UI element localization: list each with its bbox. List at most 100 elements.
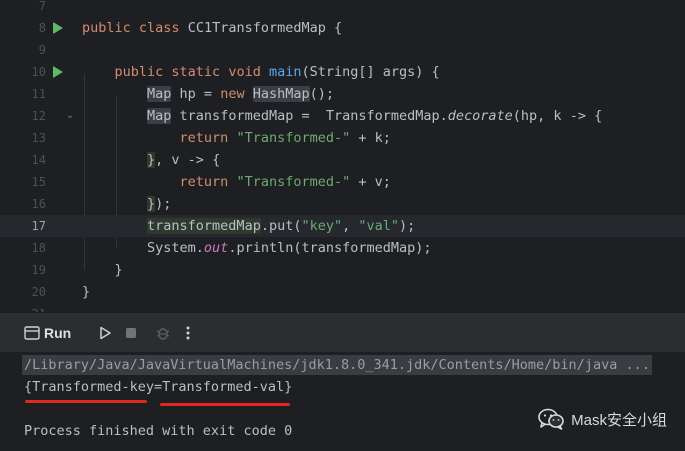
- code-text: return "Transformed-" + k;: [82, 127, 391, 149]
- code-text: return "Transformed-" + v;: [82, 171, 391, 193]
- red-underline-annotation: [160, 403, 290, 406]
- console-exit-line: Process finished with exit code 0: [24, 423, 293, 439]
- more-icon: [186, 326, 190, 340]
- line-number: 21: [0, 303, 46, 312]
- console-output[interactable]: /Library/Java/JavaVirtualMachines/jdk1.8…: [0, 352, 685, 451]
- code-text: });: [82, 193, 171, 215]
- code-token: HashMap: [252, 86, 310, 102]
- code-text: transformedMap.put("key", "val");: [82, 215, 415, 237]
- code-token: );: [155, 196, 172, 212]
- code-token: hp =: [171, 86, 221, 102]
- code-line[interactable]: 21: [0, 303, 685, 312]
- code-token: );: [399, 218, 416, 234]
- line-number: 16: [31, 197, 46, 211]
- code-token: ();: [309, 86, 335, 102]
- console-command-line: /Library/Java/JavaVirtualMachines/jdk1.8…: [22, 355, 652, 375]
- fold-chevron-icon[interactable]: ⌄: [66, 109, 74, 123]
- console-output-line: {Transformed-key=Transformed-val}: [24, 379, 293, 395]
- code-token: transformedMap: [147, 218, 261, 234]
- code-token: out: [203, 240, 229, 256]
- code-text: }, v -> {: [82, 149, 220, 171]
- debug-icon: [156, 328, 170, 340]
- code-line[interactable]: 19 }: [0, 259, 685, 281]
- line-number: 18: [31, 241, 46, 255]
- code-line[interactable]: 11 Map hp = new HashMap();: [0, 83, 685, 105]
- code-token: }: [82, 284, 91, 300]
- code-token: ,: [342, 218, 359, 234]
- code-line[interactable]: 15 return "Transformed-" + v;: [0, 171, 685, 193]
- code-text: Map hp = new HashMap();: [82, 83, 334, 105]
- code-line[interactable]: 7: [0, 0, 685, 17]
- code-token: }: [147, 152, 156, 168]
- watermark: Mask安全小组: [537, 408, 667, 430]
- run-tab[interactable]: Run: [24, 324, 71, 342]
- code-token: }: [82, 262, 123, 278]
- code-line[interactable]: 14 }, v -> {: [0, 149, 685, 171]
- code-line[interactable]: 18 System.out.println(transformedMap);: [0, 237, 685, 259]
- code-line[interactable]: 16 });: [0, 193, 685, 215]
- code-token: static: [171, 64, 229, 80]
- rerun-icon: [100, 326, 111, 340]
- code-token: "Transformed-": [236, 174, 351, 190]
- line-number: 9: [38, 43, 46, 57]
- code-text: public class CC1TransformedMap {: [82, 17, 342, 39]
- code-text: }: [82, 259, 123, 281]
- stop-icon: [126, 328, 136, 338]
- code-line[interactable]: 20}: [0, 281, 685, 303]
- code-token: new: [220, 86, 253, 102]
- code-token: main: [268, 64, 302, 80]
- code-token: class: [138, 20, 188, 36]
- code-editor[interactable]: 7 8 public class CC1TransformedMap { 9 10 pu…: [0, 0, 685, 312]
- code-token: decorate: [447, 108, 513, 124]
- code-line[interactable]: 13 return "Transformed-" + k;: [0, 127, 685, 149]
- code-text: }: [82, 281, 90, 303]
- line-number: 7: [38, 0, 46, 13]
- code-text: public static void main(String[] args) {: [82, 61, 440, 83]
- run-gutter-icon[interactable]: [53, 22, 63, 34]
- more-options-button[interactable]: [185, 324, 191, 342]
- code-token: "key": [301, 218, 343, 234]
- code-token: System.: [82, 240, 204, 256]
- code-token: .println(transformedMap);: [228, 240, 432, 256]
- wechat-icon: [538, 408, 564, 430]
- code-line[interactable]: 9: [0, 39, 685, 61]
- code-line[interactable]: 12 ⌄ Map transformedMap = TransformedMap.…: [0, 105, 685, 127]
- code-token: void: [228, 64, 269, 80]
- run-window-icon: [24, 326, 40, 340]
- code-token: + k;: [350, 130, 391, 146]
- stop-button[interactable]: [124, 324, 138, 342]
- line-number: 17: [31, 219, 46, 233]
- code-line[interactable]: 17 transformedMap.put("key", "val");: [0, 215, 685, 237]
- run-tab-label: Run: [44, 325, 72, 341]
- code-token: (String[] args) {: [301, 64, 440, 80]
- run-tool-window: Run /Library/Java/JavaVirtualMachines/jd…: [0, 312, 685, 451]
- watermark-text: Mask安全小组: [571, 411, 667, 429]
- code-text: Map transformedMap = TransformedMap.deco…: [82, 105, 602, 127]
- code-token: Map: [147, 108, 172, 124]
- code-token: + v;: [350, 174, 391, 190]
- debug-button[interactable]: [155, 324, 171, 342]
- line-number: 12: [31, 109, 46, 123]
- line-number: 10: [31, 65, 46, 79]
- rerun-button[interactable]: [98, 324, 112, 342]
- code-text: System.out.println(transformedMap);: [82, 237, 432, 259]
- code-line[interactable]: 10 public static void main(String[] args…: [0, 61, 685, 83]
- line-number: 13: [31, 131, 46, 145]
- code-token: CC1TransformedMap {: [187, 20, 343, 36]
- code-token: public: [114, 64, 172, 80]
- line-number: 19: [31, 263, 46, 277]
- code-token: (hp, k -> {: [512, 108, 603, 124]
- code-token: return: [179, 174, 237, 190]
- code-token: Map: [147, 86, 172, 102]
- run-gutter-icon[interactable]: [53, 66, 63, 78]
- code-line[interactable]: 8 public class CC1TransformedMap {: [0, 17, 685, 39]
- line-number: 11: [31, 87, 46, 101]
